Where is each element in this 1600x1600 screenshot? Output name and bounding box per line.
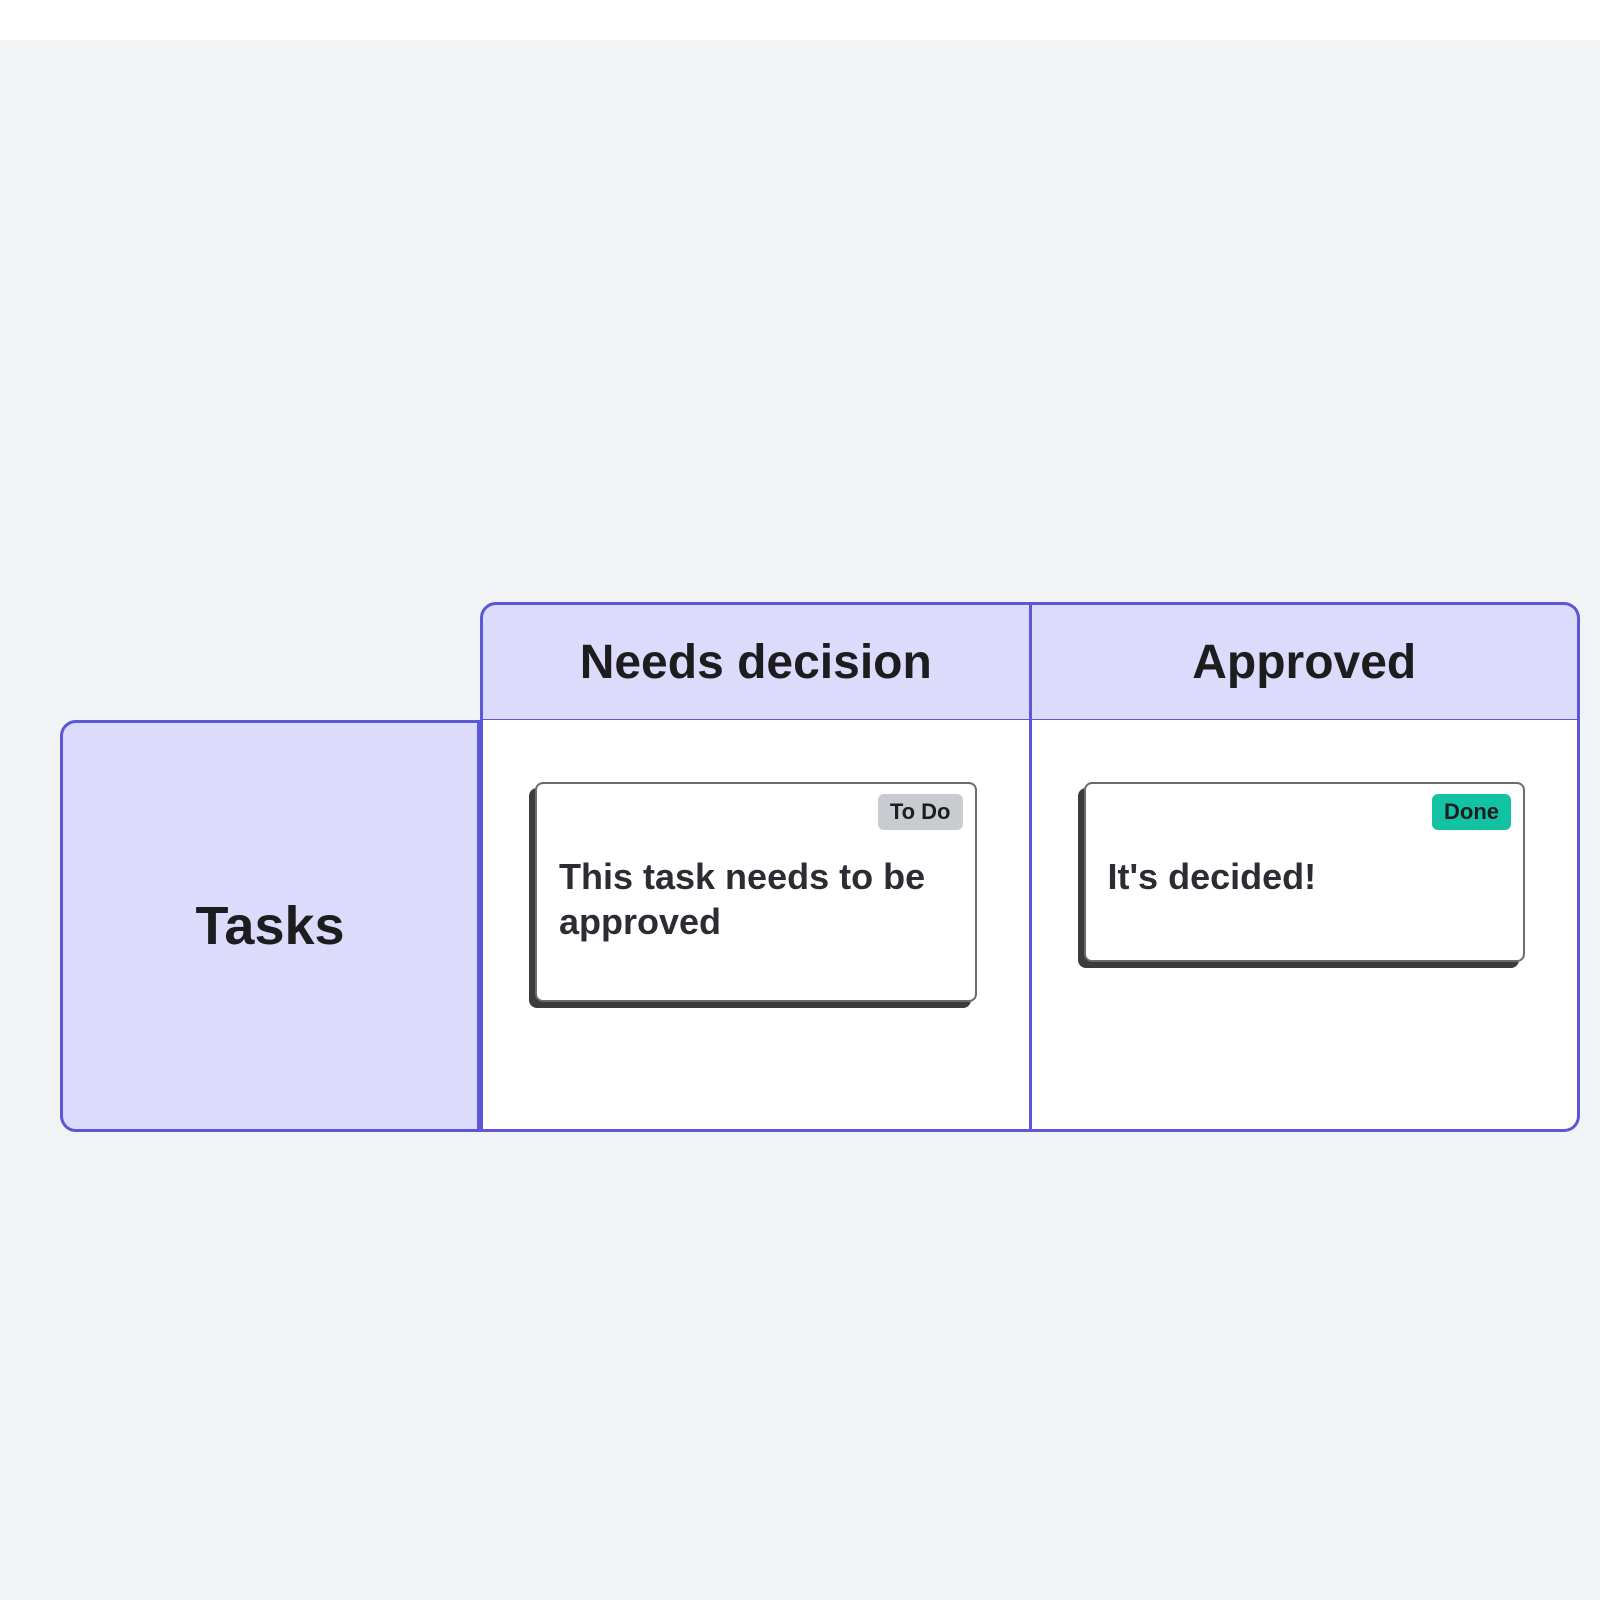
row-header-label: Tasks (195, 895, 344, 957)
column-headers: Needs decision Approved (480, 602, 1580, 722)
board-cells: To Do This task needs to be approved Don… (480, 720, 1580, 1132)
column-header-label: Needs decision (580, 635, 932, 690)
cell-needs-decision[interactable]: To Do This task needs to be approved (480, 720, 1032, 1132)
task-card-title: This task needs to be approved (559, 854, 953, 944)
row-header-tasks[interactable]: Tasks (60, 720, 480, 1132)
task-card-title: It's decided! (1108, 854, 1502, 899)
diagram-canvas: Tasks Needs decision Approved To Do This… (0, 0, 1600, 1600)
task-card[interactable]: Done It's decided! (1084, 782, 1526, 962)
column-header-label: Approved (1192, 635, 1416, 690)
column-header-needs-decision[interactable]: Needs decision (480, 602, 1032, 722)
column-header-approved[interactable]: Approved (1032, 602, 1581, 722)
status-badge-todo: To Do (878, 794, 963, 830)
task-card[interactable]: To Do This task needs to be approved (535, 782, 977, 1002)
top-strip (0, 0, 1600, 40)
cell-approved[interactable]: Done It's decided! (1032, 720, 1581, 1132)
status-badge-done: Done (1432, 794, 1511, 830)
